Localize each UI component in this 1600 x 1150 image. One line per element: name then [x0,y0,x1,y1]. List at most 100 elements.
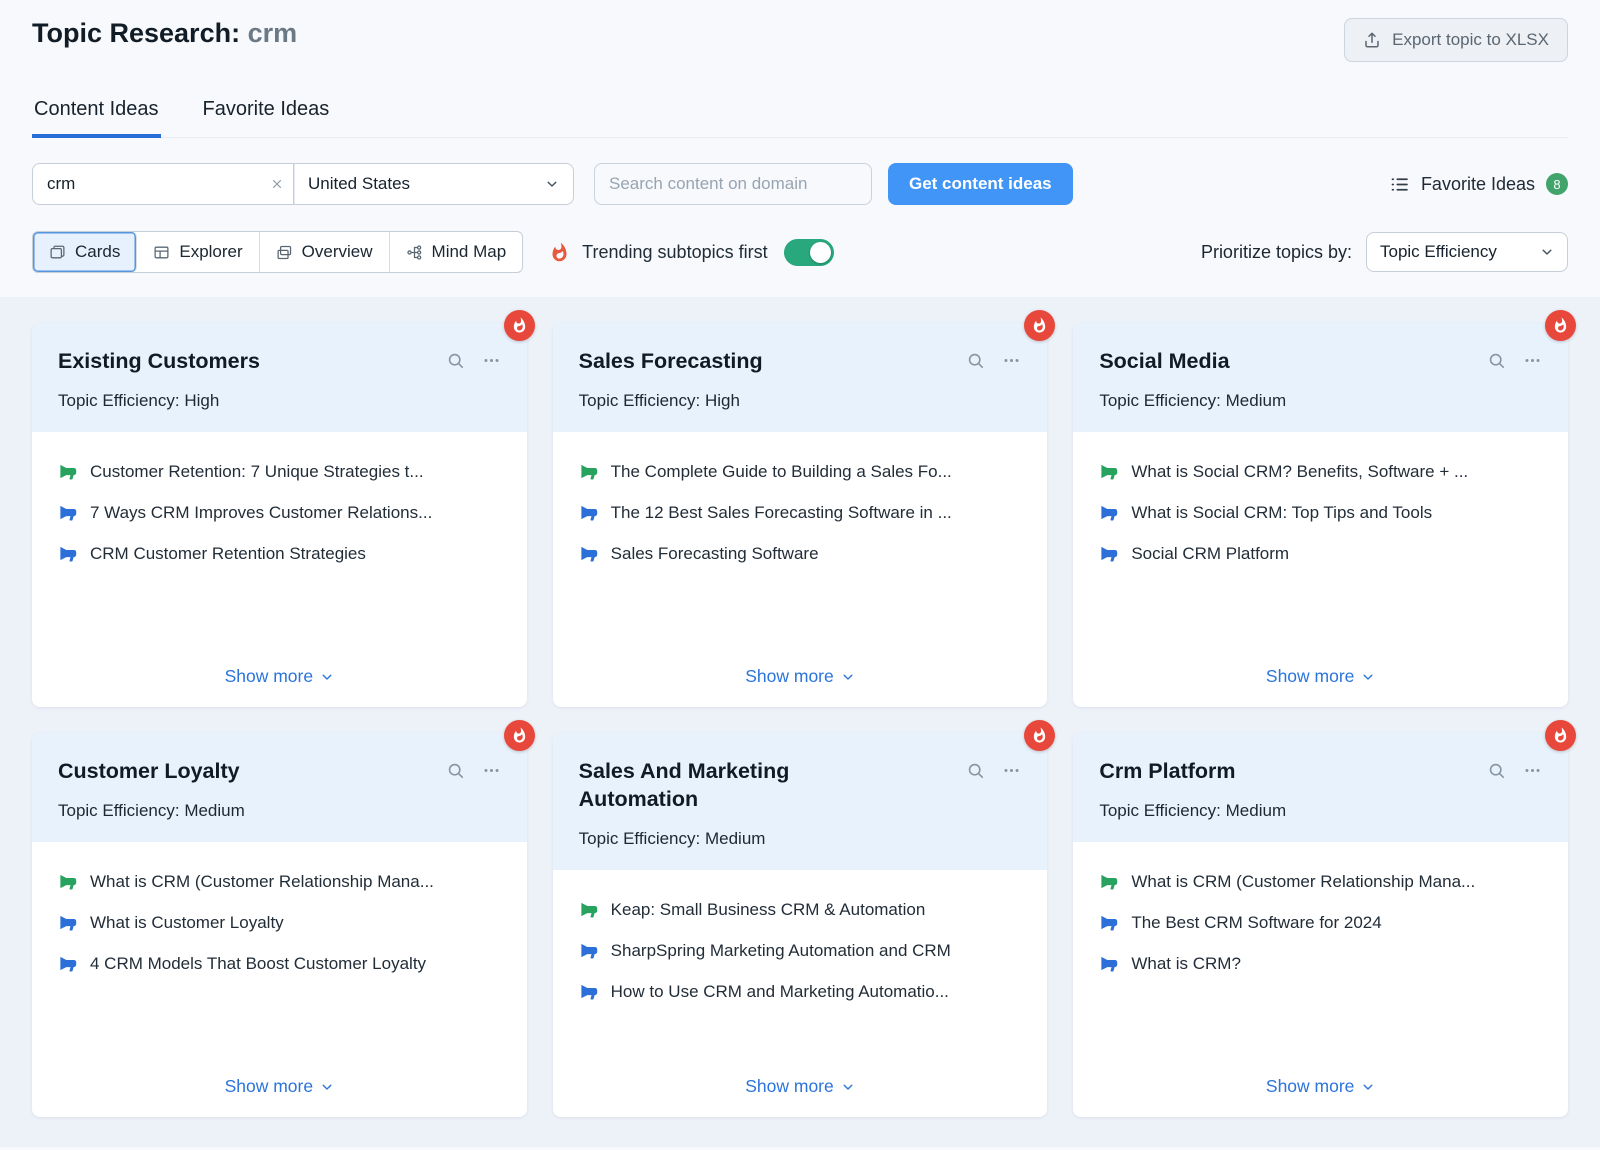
content-idea[interactable]: What is Social CRM? Benefits, Software +… [1099,462,1542,482]
card-body: What is CRM (Customer Relationship Mana.… [1073,842,1568,1117]
favorite-ideas-count-badge: 8 [1546,173,1568,195]
show-more-label: Show more [225,1076,314,1097]
megaphone-icon [1099,954,1118,973]
clear-query-icon[interactable] [270,177,284,191]
idea-title: 4 CRM Models That Boost Customer Loyalty [90,954,426,974]
card-actions [966,758,1021,780]
view-cards-button[interactable]: Cards [33,232,137,272]
megaphone-icon [1099,503,1118,522]
view-overview-button[interactable]: Overview [260,232,390,272]
view-mindmap-label: Mind Map [432,242,507,262]
content-idea[interactable]: The Complete Guide to Building a Sales F… [579,462,1022,482]
tab-content-ideas[interactable]: Content Ideas [32,98,161,138]
content-idea[interactable]: 4 CRM Models That Boost Customer Loyalty [58,954,501,974]
efficiency-value: Medium [1226,391,1286,410]
content-idea[interactable]: SharpSpring Marketing Automation and CRM [579,941,1022,961]
show-more-button[interactable]: Show more [225,1070,335,1099]
show-more-button[interactable]: Show more [745,660,855,689]
prioritize-select[interactable]: Topic Efficiency [1366,232,1568,272]
chevron-down-icon [1361,670,1375,684]
content-idea[interactable]: CRM Customer Retention Strategies [58,544,501,564]
content-idea[interactable]: What is CRM? [1099,954,1542,974]
content-idea[interactable]: What is CRM (Customer Relationship Mana.… [1099,872,1542,892]
idea-title: What is Social CRM: Top Tips and Tools [1131,503,1432,523]
card-search-icon[interactable] [1487,761,1506,780]
topic-query-input[interactable] [32,163,294,205]
idea-title: Keap: Small Business CRM & Automation [611,900,926,920]
chevron-down-icon [320,670,334,684]
get-content-ideas-button[interactable]: Get content ideas [888,163,1073,205]
show-more-label: Show more [745,666,834,687]
topic-efficiency: Topic Efficiency: Medium [1099,801,1542,821]
content-idea[interactable]: What is CRM (Customer Relationship Mana.… [58,872,501,892]
content-idea[interactable]: The Best CRM Software for 2024 [1099,913,1542,933]
idea-title: What is Social CRM? Benefits, Software +… [1131,462,1468,482]
megaphone-icon [58,503,77,522]
card-more-icon[interactable] [1523,351,1542,370]
efficiency-label: Topic Efficiency: [58,391,180,410]
content-idea[interactable]: Sales Forecasting Software [579,544,1022,564]
favorite-ideas-link[interactable]: Favorite Ideas 8 [1389,173,1568,195]
card-actions [1487,758,1542,780]
card-search-icon[interactable] [446,761,465,780]
export-button[interactable]: Export topic to XLSX [1344,18,1568,62]
content-idea[interactable]: How to Use CRM and Marketing Automatio..… [579,982,1022,1002]
view-cards-label: Cards [75,242,120,262]
page-title-label: Topic Research: [32,18,240,48]
content-idea[interactable]: The 12 Best Sales Forecasting Software i… [579,503,1022,523]
content-idea[interactable]: What is Customer Loyalty [58,913,501,933]
card-title[interactable]: Social Media [1099,348,1229,376]
card-header: Crm Platform Topic Efficiency: Medium [1073,733,1568,842]
card-more-icon[interactable] [482,351,501,370]
card-header: Sales And Marketing Automation Topic Eff… [553,733,1048,870]
show-more-label: Show more [225,666,314,687]
card-title[interactable]: Customer Loyalty [58,758,240,786]
explorer-view-icon [153,244,170,261]
card-title[interactable]: Sales And Marketing Automation [579,758,899,814]
cards-view-icon [49,244,66,261]
page-title: Topic Research: crm [32,18,297,49]
country-select[interactable]: United States [294,163,574,205]
show-more-button[interactable]: Show more [225,660,335,689]
page-title-query: crm [248,18,298,48]
show-more-label: Show more [1266,666,1355,687]
megaphone-icon [58,913,77,932]
card-search-icon[interactable] [446,351,465,370]
card-title[interactable]: Sales Forecasting [579,348,763,376]
topic-efficiency: Topic Efficiency: Medium [1099,391,1542,411]
idea-title: SharpSpring Marketing Automation and CRM [611,941,951,961]
topic-efficiency: Topic Efficiency: Medium [58,801,501,821]
megaphone-icon [1099,913,1118,932]
view-mindmap-button[interactable]: Mind Map [390,232,523,272]
content-idea[interactable]: Keap: Small Business CRM & Automation [579,900,1022,920]
card-search-icon[interactable] [1487,351,1506,370]
content-idea[interactable]: Customer Retention: 7 Unique Strategies … [58,462,501,482]
card-more-icon[interactable] [482,761,501,780]
card-more-icon[interactable] [1002,761,1021,780]
card-more-icon[interactable] [1523,761,1542,780]
toggle-knob [810,242,831,263]
content-idea[interactable]: What is Social CRM: Top Tips and Tools [1099,503,1542,523]
card-more-icon[interactable] [1002,351,1021,370]
tab-favorite-ideas[interactable]: Favorite Ideas [201,98,332,138]
view-explorer-label: Explorer [179,242,242,262]
show-more-button[interactable]: Show more [1266,1070,1376,1099]
card-search-icon[interactable] [966,351,985,370]
content-idea[interactable]: Social CRM Platform [1099,544,1542,564]
topic-card: Existing Customers Topic Efficiency: Hig… [32,323,527,707]
card-title[interactable]: Crm Platform [1099,758,1235,786]
card-actions [446,348,501,370]
card-title[interactable]: Existing Customers [58,348,260,376]
card-search-icon[interactable] [966,761,985,780]
prioritize-label: Prioritize topics by: [1201,242,1352,263]
view-explorer-button[interactable]: Explorer [137,232,259,272]
megaphone-icon [58,872,77,891]
header-row: Topic Research: crm Export topic to XLSX [32,18,1568,62]
domain-search-input[interactable] [594,163,872,205]
card-body: The Complete Guide to Building a Sales F… [553,432,1048,707]
megaphone-icon [58,954,77,973]
content-idea[interactable]: 7 Ways CRM Improves Customer Relations..… [58,503,501,523]
show-more-button[interactable]: Show more [1266,660,1376,689]
show-more-button[interactable]: Show more [745,1070,855,1099]
trending-toggle[interactable] [784,239,834,266]
